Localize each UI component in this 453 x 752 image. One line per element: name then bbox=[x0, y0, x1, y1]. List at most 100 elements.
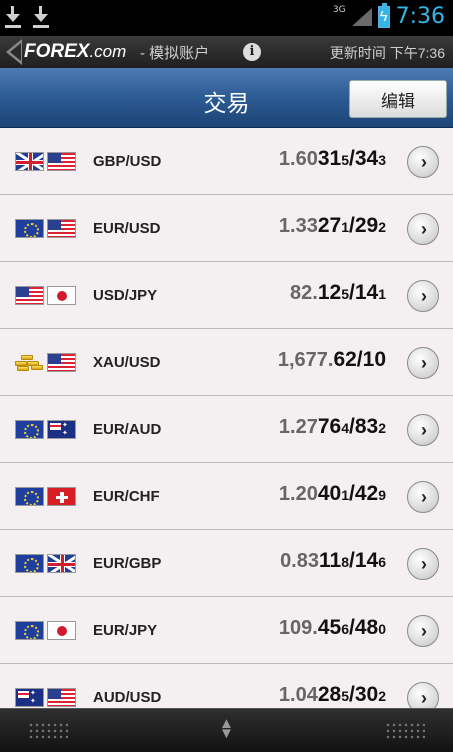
quote-bid-big: 76 bbox=[317, 415, 342, 438]
quote-bid-big: 12 bbox=[317, 281, 342, 304]
row-detail-button[interactable]: › bbox=[407, 481, 439, 513]
row-detail-button[interactable]: › bbox=[407, 280, 439, 312]
chevron-right-icon: › bbox=[421, 152, 427, 172]
quote-bid-pip: 5 bbox=[341, 152, 349, 168]
quote-bid-pip: 6 bbox=[341, 621, 349, 637]
uk-flag-icon bbox=[15, 152, 44, 171]
pair-label: GBP/USD bbox=[93, 153, 162, 170]
flag-pair bbox=[15, 353, 76, 372]
pair-label: EUR/AUD bbox=[93, 421, 162, 438]
currency-row-usd-jpy[interactable]: USD/JPY 82.125/141 › bbox=[0, 262, 453, 329]
chevron-right-icon: › bbox=[421, 353, 427, 373]
currency-row-eur-usd[interactable]: EUR/USD 1.33271/292 › bbox=[0, 195, 453, 262]
quote-bid-big: 45 bbox=[317, 616, 342, 639]
pair-label: XAU/USD bbox=[93, 354, 161, 371]
logo-suffix-text: .com bbox=[89, 42, 127, 61]
quote-ask-big: 14 bbox=[354, 549, 379, 572]
signal-icon bbox=[351, 7, 372, 26]
jp-flag-icon bbox=[47, 286, 76, 305]
info-icon[interactable]: i bbox=[243, 43, 261, 61]
brand-bar: FOREX .com - 模拟账户 i 更新时间 下午7:36 bbox=[0, 36, 453, 68]
grip-dots-icon bbox=[385, 722, 425, 740]
quote-price: 1.20401/429 bbox=[279, 482, 386, 506]
quote-price: 1.33271/292 bbox=[279, 214, 386, 238]
flag-pair bbox=[15, 688, 76, 707]
drawer-handle-icon[interactable]: ▲ ▼ bbox=[219, 716, 234, 741]
quote-bid-big: 27 bbox=[317, 214, 342, 237]
us-flag-icon bbox=[15, 286, 44, 305]
chevron-right-icon: › bbox=[421, 487, 427, 507]
eu-flag-icon bbox=[15, 219, 44, 238]
quote-bid-big: 31 bbox=[317, 147, 342, 170]
eu-flag-icon bbox=[15, 420, 44, 439]
quote-bid-pip: 1 bbox=[341, 487, 349, 503]
quote-prefix: 109. bbox=[278, 617, 318, 639]
pair-label: EUR/USD bbox=[93, 220, 161, 237]
flag-pair bbox=[15, 420, 76, 439]
quote-prefix: 1.60 bbox=[278, 148, 318, 170]
currency-row-eur-aud[interactable]: EUR/AUD 1.27764/832 › bbox=[0, 396, 453, 463]
quote-prefix: 1.20 bbox=[278, 483, 318, 505]
system-icons: 3G 7:36 bbox=[332, 2, 445, 29]
currency-row-gbp-usd[interactable]: GBP/USD 1.60315/343 › bbox=[0, 128, 453, 195]
quote-ask-pip: 2 bbox=[378, 420, 386, 436]
pair-label: EUR/JPY bbox=[93, 622, 158, 639]
quote-bid-pip: 4 bbox=[341, 420, 349, 436]
chevron-right-icon: › bbox=[421, 286, 427, 306]
flag-pair bbox=[15, 554, 76, 573]
grip-dots-icon bbox=[28, 722, 68, 740]
quote-bid-big: 11 bbox=[319, 549, 342, 572]
row-detail-button[interactable]: › bbox=[407, 548, 439, 580]
edit-button[interactable]: 编辑 bbox=[349, 80, 447, 118]
title-bar: 交易 编辑 bbox=[0, 68, 453, 128]
quote-price: 1.27764/832 bbox=[279, 415, 386, 439]
uk-flag-icon bbox=[47, 554, 76, 573]
download-icon bbox=[4, 4, 22, 30]
quote-ask-big: 30 bbox=[354, 683, 379, 706]
pair-label: USD/JPY bbox=[93, 287, 158, 304]
row-detail-button[interactable]: › bbox=[407, 347, 439, 379]
chevron-right-icon: › bbox=[421, 621, 427, 641]
quote-ask-big: 34 bbox=[354, 147, 379, 170]
download-icon bbox=[32, 4, 50, 30]
jp-flag-icon bbox=[47, 621, 76, 640]
quote-price: 1.60315/343 bbox=[279, 147, 386, 171]
chevron-right-icon: › bbox=[421, 420, 427, 440]
currency-row-eur-jpy[interactable]: EUR/JPY 109.456/480 › bbox=[0, 597, 453, 664]
quote-bid-big: 40 bbox=[317, 482, 342, 505]
pair-label: EUR/GBP bbox=[93, 555, 162, 572]
quote-ask-big: 48 bbox=[354, 616, 379, 639]
quote-ask-pip: 9 bbox=[378, 487, 386, 503]
network-type-label: 3G bbox=[332, 4, 346, 15]
us-flag-icon bbox=[47, 688, 76, 707]
quote-prefix: 1,677. bbox=[277, 349, 334, 371]
flag-pair bbox=[15, 286, 76, 305]
au-flag-icon bbox=[47, 420, 76, 439]
eu-flag-icon bbox=[15, 487, 44, 506]
chevron-right-icon: › bbox=[421, 554, 427, 574]
us-flag-icon bbox=[47, 353, 76, 372]
currency-row-eur-gbp[interactable]: EUR/GBP 0.83118/146 › bbox=[0, 530, 453, 597]
ch-flag-icon bbox=[47, 487, 76, 506]
quote-ask-pip: 0 bbox=[378, 621, 386, 637]
quote-ask-pip: 6 bbox=[378, 554, 386, 570]
bottom-drawer-bar[interactable]: ▲ ▼ bbox=[0, 708, 453, 752]
row-detail-button[interactable]: › bbox=[407, 615, 439, 647]
quote-bid-big: 62 bbox=[333, 348, 357, 371]
quote-ask-pip: 2 bbox=[378, 219, 386, 235]
row-detail-button[interactable]: › bbox=[407, 213, 439, 245]
currency-row-xau-usd[interactable]: XAU/USD 1,677.62/10 › bbox=[0, 329, 453, 396]
quote-ask-pip: 1 bbox=[378, 286, 386, 302]
flag-pair bbox=[15, 219, 76, 238]
currency-pair-list[interactable]: GBP/USD 1.60315/343 › EUR/USD 1.33271/292 › US… bbox=[0, 128, 453, 720]
quote-ask-pip: 2 bbox=[378, 688, 386, 704]
quote-price: 1.04285/302 bbox=[279, 683, 386, 707]
row-detail-button[interactable]: › bbox=[407, 414, 439, 446]
row-detail-button[interactable]: › bbox=[407, 146, 439, 178]
quote-price: 109.456/480 bbox=[279, 616, 386, 640]
pair-label: EUR/CHF bbox=[93, 488, 160, 505]
currency-row-eur-chf[interactable]: EUR/CHF 1.20401/429 › bbox=[0, 463, 453, 530]
status-bar: 3G 7:36 bbox=[0, 0, 453, 36]
quote-ask-pip: 3 bbox=[378, 152, 386, 168]
flag-pair bbox=[15, 487, 76, 506]
